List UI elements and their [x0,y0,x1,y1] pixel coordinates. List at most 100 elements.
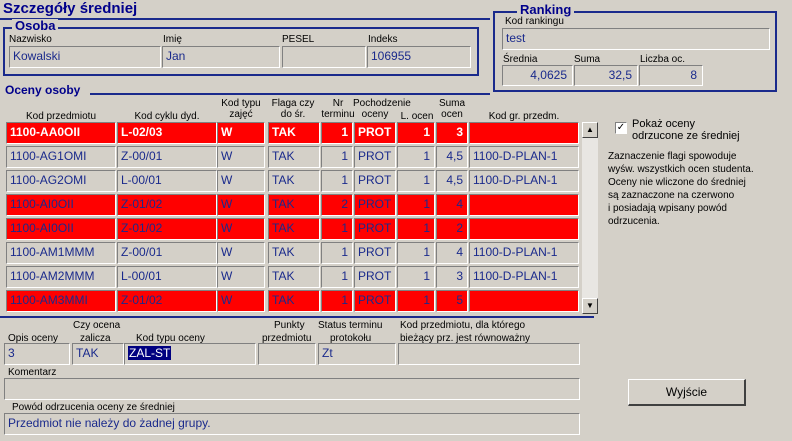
cell-flaga[interactable]: TAK [268,170,320,192]
cell-poch[interactable]: PROT [354,170,396,192]
cell-l[interactable]: 1 [397,146,435,168]
oceny-legend: Oceny osoby [5,83,81,97]
cell-gr[interactable] [469,122,579,144]
cell-nr[interactable]: 1 [321,122,353,144]
punkty-field[interactable] [258,343,316,365]
cell-nr[interactable]: 1 [321,146,353,168]
cell-gr[interactable] [469,290,579,312]
cell-cykl[interactable]: Z-00/01 [117,146,217,168]
cell-kod[interactable]: 1100-AG1OMI [6,146,116,168]
cell-typ[interactable]: W [217,218,265,240]
komentarz-field[interactable] [4,378,580,400]
cell-suma[interactable]: 4 [436,242,468,264]
cell-kod[interactable]: 1100-AA0OII [6,122,116,144]
cell-suma[interactable]: 3 [436,266,468,288]
indeks-field[interactable]: 106955 [367,46,471,68]
info-text: Zaznaczenie flagi spowoduje wyśw. wszystk… [608,150,754,228]
cell-nr[interactable]: 1 [321,170,353,192]
cell-flaga[interactable]: TAK [268,218,320,240]
show-rejected-checkbox[interactable]: ✓ [615,122,627,134]
cell-suma[interactable]: 5 [436,290,468,312]
wyjscie-button[interactable]: Wyjście [628,379,746,406]
cell-l[interactable]: 1 [397,218,435,240]
cell-typ[interactable]: W [217,194,265,216]
cell-gr[interactable] [469,218,579,240]
cell-cykl[interactable]: Z-00/01 [117,242,217,264]
powod-field[interactable]: Przedmiot nie należy do żadnej grupy. [4,413,580,435]
cell-suma[interactable]: 4,5 [436,146,468,168]
zalicza-field[interactable]: TAK [72,343,124,365]
cell-typ[interactable]: W [217,122,265,144]
cell-cykl[interactable]: L-02/03 [117,122,217,144]
cell-gr[interactable]: 1100-D-PLAN-1 [469,242,579,264]
pesel-field[interactable] [282,46,366,68]
checkbox-label-2: odrzucone ze średniej [632,130,740,142]
status-field[interactable]: Zt [318,343,396,365]
cell-flaga[interactable]: TAK [268,266,320,288]
cell-nr[interactable]: 1 [321,290,353,312]
liczba-label: Liczba oc. [640,54,686,65]
cell-typ[interactable]: W [217,146,265,168]
cell-kod[interactable]: 1100-AM3MMI [6,290,116,312]
kod-przedm-field[interactable] [398,343,580,365]
cell-cykl[interactable]: L-00/01 [117,266,217,288]
opis-oceny-field[interactable]: 3 [4,343,70,365]
imie-field[interactable]: Jan [162,46,280,68]
grid-scrollbar[interactable] [582,122,598,314]
cell-l[interactable]: 1 [397,170,435,192]
cell-suma[interactable]: 4 [436,194,468,216]
cell-poch[interactable]: PROT [354,242,396,264]
cell-kod[interactable]: 1100-AM1MMM [6,242,116,264]
cell-kod[interactable]: 1100-AM2MMM [6,266,116,288]
cell-cykl[interactable]: L-00/01 [117,170,217,192]
cell-suma[interactable]: 2 [436,218,468,240]
cell-typ[interactable]: W [217,170,265,192]
cell-flaga[interactable]: TAK [268,194,320,216]
cell-l[interactable]: 1 [397,266,435,288]
liczba-field[interactable]: 8 [639,65,703,86]
cell-gr[interactable]: 1100-D-PLAN-1 [469,266,579,288]
cell-kod[interactable]: 1100-AI0OII [6,194,116,216]
kod-typu-oceny-field[interactable]: ZAL-ST [124,343,256,365]
cell-typ[interactable]: W [217,290,265,312]
cell-l[interactable]: 1 [397,290,435,312]
header-suma-ocen: Suma ocen [438,98,466,120]
cell-cykl[interactable]: Z-01/02 [117,290,217,312]
scroll-down-icon[interactable]: ▼ [582,298,598,314]
cell-nr[interactable]: 2 [321,194,353,216]
cell-poch[interactable]: PROT [354,290,396,312]
cell-l[interactable]: 1 [397,122,435,144]
cell-flaga[interactable]: TAK [268,290,320,312]
cell-nr[interactable]: 1 [321,242,353,264]
cell-typ[interactable]: W [217,266,265,288]
header-pochodzenie: Pochodzenie oceny [353,98,411,120]
cell-kod[interactable]: 1100-AI0OII [6,218,116,240]
cell-typ[interactable]: W [217,242,265,264]
cell-suma[interactable]: 3 [436,122,468,144]
cell-flaga[interactable]: TAK [268,122,320,144]
cell-poch[interactable]: PROT [354,122,396,144]
kod-rankingu-field[interactable]: test [502,28,770,50]
nazwisko-field[interactable]: Kowalski [9,46,161,68]
cell-flaga[interactable]: TAK [268,242,320,264]
cell-poch[interactable]: PROT [354,194,396,216]
cell-gr[interactable]: 1100-D-PLAN-1 [469,146,579,168]
cell-nr[interactable]: 1 [321,218,353,240]
cell-cykl[interactable]: Z-01/02 [117,194,217,216]
header-kod-typu: Kod typu zajęć [221,98,261,120]
cell-gr[interactable]: 1100-D-PLAN-1 [469,170,579,192]
cell-poch[interactable]: PROT [354,218,396,240]
suma-field[interactable]: 32,5 [574,65,638,86]
cell-cykl[interactable]: Z-01/02 [117,218,217,240]
scroll-up-icon[interactable]: ▲ [582,122,598,138]
cell-kod[interactable]: 1100-AG2OMI [6,170,116,192]
srednia-field[interactable]: 4,0625 [502,65,573,86]
cell-suma[interactable]: 4,5 [436,170,468,192]
cell-l[interactable]: 1 [397,242,435,264]
cell-l[interactable]: 1 [397,194,435,216]
cell-nr[interactable]: 1 [321,266,353,288]
cell-poch[interactable]: PROT [354,146,396,168]
cell-flaga[interactable]: TAK [268,146,320,168]
cell-poch[interactable]: PROT [354,266,396,288]
cell-gr[interactable] [469,194,579,216]
